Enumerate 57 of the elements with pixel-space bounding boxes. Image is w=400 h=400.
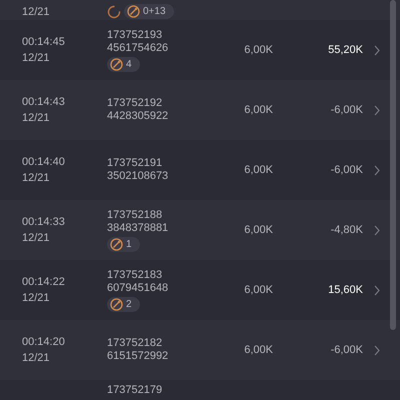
date-text: 12/21 [22, 171, 51, 186]
chevron-right-icon[interactable] [374, 104, 380, 116]
count-badge: 2 [107, 296, 140, 312]
result-amount: -6,00K [330, 164, 363, 176]
round-id: 173752191 [107, 157, 164, 170]
result-amount: -4,80K [330, 224, 363, 236]
round-id: 173752179 [107, 384, 164, 397]
count-badge: 4 [107, 56, 140, 72]
chevron-right-icon[interactable] [374, 164, 380, 176]
transaction-row[interactable]: 00:14:20 12/21 173752182 6151572992 6,00K -6,00K [0, 320, 400, 380]
transaction-row[interactable]: 00:14:43 12/21 173752192 4428305922 6,00K -6,00K [0, 80, 400, 140]
date-text: 12/21 [22, 231, 51, 246]
disc-icon [110, 298, 123, 310]
scrollbar[interactable] [390, 0, 396, 330]
transaction-row[interactable]: 12/21 0+13 [0, 0, 400, 20]
chevron-right-icon[interactable] [374, 344, 380, 356]
reference-number: 4561754626 [107, 42, 170, 54]
count-badge: 0+13 [124, 4, 174, 19]
time-text: 00:14:45 [22, 35, 66, 50]
bet-amount: 6,00K [244, 104, 273, 116]
transaction-row[interactable]: 00:14:33 12/21 173752188 3848378881 1 6,00K -4,80K [0, 200, 400, 260]
date-text: 12/21 [22, 51, 51, 66]
date-text: 12/21 [22, 111, 51, 126]
reference-number: 3848378881 [107, 222, 170, 234]
date-text: 12/21 [22, 351, 51, 366]
chevron-right-icon[interactable] [374, 284, 380, 296]
time-text: 00:14:33 [22, 215, 66, 230]
disc-icon [110, 238, 123, 250]
round-id: 173752183 [107, 268, 164, 282]
bet-amount: 6,00K [244, 164, 273, 176]
reference-number: 4428305922 [107, 110, 170, 123]
disc-icon [110, 58, 123, 70]
time-text: 00:14:20 [22, 335, 66, 350]
result-amount: 55,20K [328, 44, 363, 56]
bet-amount: 6,00K [244, 44, 273, 56]
date-text: 12/21 [22, 291, 51, 306]
reference-number: 6079451648 [107, 282, 170, 294]
result-amount: 15,60K [328, 284, 363, 296]
bet-amount: 6,00K [244, 284, 273, 296]
bet-amount: 6,00K [244, 224, 273, 236]
reference-number: 6151572992 [107, 350, 170, 363]
reference-number: 3502108673 [107, 170, 170, 183]
result-amount: -6,00K [330, 104, 363, 116]
chevron-right-icon[interactable] [374, 224, 380, 236]
count-badge: 1 [107, 236, 140, 252]
time-text: 00:14:22 [22, 275, 66, 290]
time-text: 00:14:40 [22, 155, 66, 170]
round-id: 173752193 [107, 28, 164, 42]
round-id: 173752182 [107, 337, 164, 350]
time-text: 00:14:43 [22, 95, 66, 110]
date-text: 12/21 [22, 5, 51, 20]
bet-amount: 6,00K [244, 344, 273, 356]
round-id: 173752188 [107, 208, 164, 222]
round-id: 173752192 [107, 97, 164, 110]
disc-icon [127, 5, 140, 18]
chevron-right-icon[interactable] [374, 44, 380, 56]
result-amount: -6,00K [330, 344, 363, 356]
